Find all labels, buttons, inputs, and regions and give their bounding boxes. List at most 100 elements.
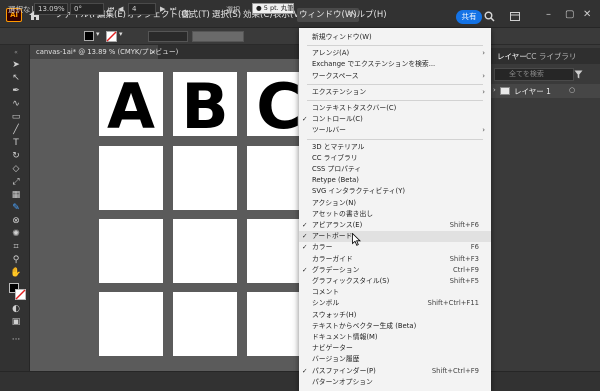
selection-tool-icon[interactable]: ➤: [10, 60, 22, 70]
canvas[interactable]: ABC: [30, 59, 300, 371]
paintbrush-tool-icon[interactable]: ╱: [10, 125, 22, 135]
curvature-tool-icon[interactable]: ∿: [10, 99, 22, 109]
window-menu-item[interactable]: SVG インタラクティビティ(Y): [299, 186, 491, 197]
stroke-weight-field[interactable]: [148, 31, 188, 42]
stroke-color-swatch[interactable]: [106, 31, 117, 42]
pen-tool-icon[interactable]: ✒: [10, 86, 22, 96]
artboard[interactable]: B: [173, 72, 237, 136]
artboard[interactable]: [173, 292, 237, 356]
artboard[interactable]: [99, 219, 163, 283]
previous-artboard-icon[interactable]: ◀: [118, 5, 123, 13]
window-menu-item[interactable]: シンボル Shift+Ctrl+F11: [299, 298, 491, 309]
menu-item[interactable]: ヘルプ(H): [346, 8, 389, 22]
zoom-tool-icon[interactable]: ⚲: [10, 255, 22, 265]
hand-tool-icon[interactable]: ✋: [10, 268, 22, 278]
share-button[interactable]: 共有: [456, 10, 482, 24]
type-tool-icon[interactable]: T: [10, 138, 22, 148]
rotation-field[interactable]: 0°: [70, 3, 104, 15]
minimize-button[interactable]: –: [546, 9, 551, 20]
fill-dropdown-icon[interactable]: ▾: [96, 30, 100, 38]
edit-toolbar-icon[interactable]: ···: [10, 335, 22, 345]
eyedropper-tool-icon[interactable]: ✎: [10, 203, 22, 213]
window-menu-item[interactable]: ツールバー ›: [299, 125, 491, 136]
window-menu-item[interactable]: CSS プロパティ: [299, 164, 491, 175]
symbol-sprayer-tool-icon[interactable]: ✺: [10, 229, 22, 239]
rotate-tool-icon[interactable]: ↻: [10, 151, 22, 161]
scale-tool-icon[interactable]: ⤢: [10, 177, 22, 187]
stroke-dropdown-icon[interactable]: ▾: [119, 30, 123, 38]
window-menu-item[interactable]: バージョン履歴: [299, 354, 491, 365]
submenu-arrow-icon: ›: [482, 126, 485, 135]
window-menu-item[interactable]: 新規ウィンドウ(W): [299, 32, 491, 43]
window-menu-item[interactable]: 3D とマテリアル: [299, 142, 491, 153]
stroke-indicator[interactable]: [15, 289, 26, 300]
artboard-letter: C: [256, 72, 300, 136]
window-menu-item[interactable]: パターンオプション: [299, 377, 491, 388]
window-menu-item[interactable]: テキストからベクター生成 (Beta): [299, 321, 491, 332]
layer-target-icon[interactable]: ○: [569, 86, 575, 94]
window-menu-item[interactable]: グラフィックスタイル(S) Shift+F5: [299, 276, 491, 287]
status-mode-label[interactable]: 選択: [226, 5, 240, 15]
window-menu-item[interactable]: アレンジ(A) ›: [299, 48, 491, 59]
drawing-mode-icon[interactable]: ◐: [10, 304, 22, 314]
artboard-number-field[interactable]: 4: [128, 3, 156, 15]
first-artboard-icon[interactable]: ⏮: [108, 5, 114, 14]
window-menu-item[interactable]: ✓ グラデーション Ctrl+F9: [299, 265, 491, 276]
window-menu-item[interactable]: コンテキストタスクバー(C): [299, 103, 491, 114]
next-artboard-icon[interactable]: ▶: [160, 5, 165, 13]
artboard[interactable]: C: [247, 72, 300, 136]
brush-definition-dropdown[interactable]: ● 5 pt. 丸筆: [252, 3, 294, 14]
gradient-tool-icon[interactable]: ▦: [10, 190, 22, 200]
artboard[interactable]: [247, 146, 300, 210]
window-menu-item[interactable]: スウォッチ(H): [299, 310, 491, 321]
layer-name[interactable]: レイヤー 1: [514, 86, 551, 97]
window-menu-item[interactable]: CC ライブラリ: [299, 153, 491, 164]
window-menu-item[interactable]: Exchange でエクステンションを検索...: [299, 59, 491, 70]
artboard[interactable]: [99, 146, 163, 210]
artboard[interactable]: [247, 292, 300, 356]
variable-width-profile[interactable]: [192, 31, 244, 42]
artboard[interactable]: [173, 219, 237, 283]
window-menu-item[interactable]: ドキュメント情報(M): [299, 332, 491, 343]
direct-selection-tool-icon[interactable]: ↖: [10, 73, 22, 83]
workspace-switcher-icon[interactable]: [510, 12, 520, 21]
maximize-button[interactable]: ▢: [565, 9, 574, 20]
rectangle-tool-icon[interactable]: ▭: [10, 112, 22, 122]
close-tab-icon[interactable]: ×: [150, 45, 156, 59]
artboard[interactable]: A: [99, 72, 163, 136]
window-menu-item[interactable]: ✓ アートボード: [299, 231, 491, 243]
screen-mode-icon[interactable]: ▣: [10, 317, 22, 327]
window-menu-item[interactable]: ✓ アピアランス(E) Shift+F6: [299, 220, 491, 231]
window-menu-item[interactable]: ✓ パスファインダー(P) Shift+Ctrl+F9: [299, 366, 491, 377]
artboard[interactable]: [173, 146, 237, 210]
window-menu-item[interactable]: コメント: [299, 287, 491, 298]
tab-cc-libraries[interactable]: CC ライブラリ: [526, 51, 576, 62]
last-artboard-icon[interactable]: ⏭: [170, 5, 176, 14]
tab-layers[interactable]: レイヤー: [497, 51, 527, 62]
artboard-tool-icon[interactable]: ⌗: [10, 242, 22, 252]
menu-item-shortcut: Ctrl+F9: [452, 265, 479, 274]
fill-color-swatch[interactable]: [84, 31, 94, 41]
window-menu-item[interactable]: Retype (Beta): [299, 175, 491, 186]
window-menu-item[interactable]: アクション(N): [299, 198, 491, 209]
window-menu-item[interactable]: ✓ カラー F6: [299, 242, 491, 253]
expand-layer-icon[interactable]: ›: [493, 86, 496, 94]
search-icon[interactable]: [484, 11, 495, 22]
artboard[interactable]: [247, 219, 300, 283]
window-menu-item[interactable]: エクステンション ›: [299, 87, 491, 98]
zoom-level-field[interactable]: 13.09%: [34, 3, 68, 15]
window-menu-item[interactable]: カラーガイド Shift+F3: [299, 254, 491, 265]
blend-tool-icon[interactable]: ⊗: [10, 216, 22, 226]
window-menu-item[interactable]: ナビゲーター: [299, 343, 491, 354]
close-window-button[interactable]: ✕: [583, 9, 591, 20]
window-menu-item[interactable]: ✓ コントロール(C): [299, 114, 491, 125]
menu-item[interactable]: 書式(T): [179, 8, 212, 22]
filter-icon[interactable]: [574, 70, 583, 79]
toolbar-collapse-icon[interactable]: «: [10, 48, 22, 58]
eraser-tool-icon[interactable]: ◇: [10, 164, 22, 174]
window-menu-item[interactable]: ワークスペース ›: [299, 71, 491, 82]
layer-search-input[interactable]: 全てを検索: [494, 68, 574, 81]
document-tab[interactable]: canvas-1ai* @ 13.89 % (CMYK/プレビュー): [30, 45, 178, 59]
artboard[interactable]: [99, 292, 163, 356]
window-menu-item[interactable]: アセットの書き出し: [299, 209, 491, 220]
